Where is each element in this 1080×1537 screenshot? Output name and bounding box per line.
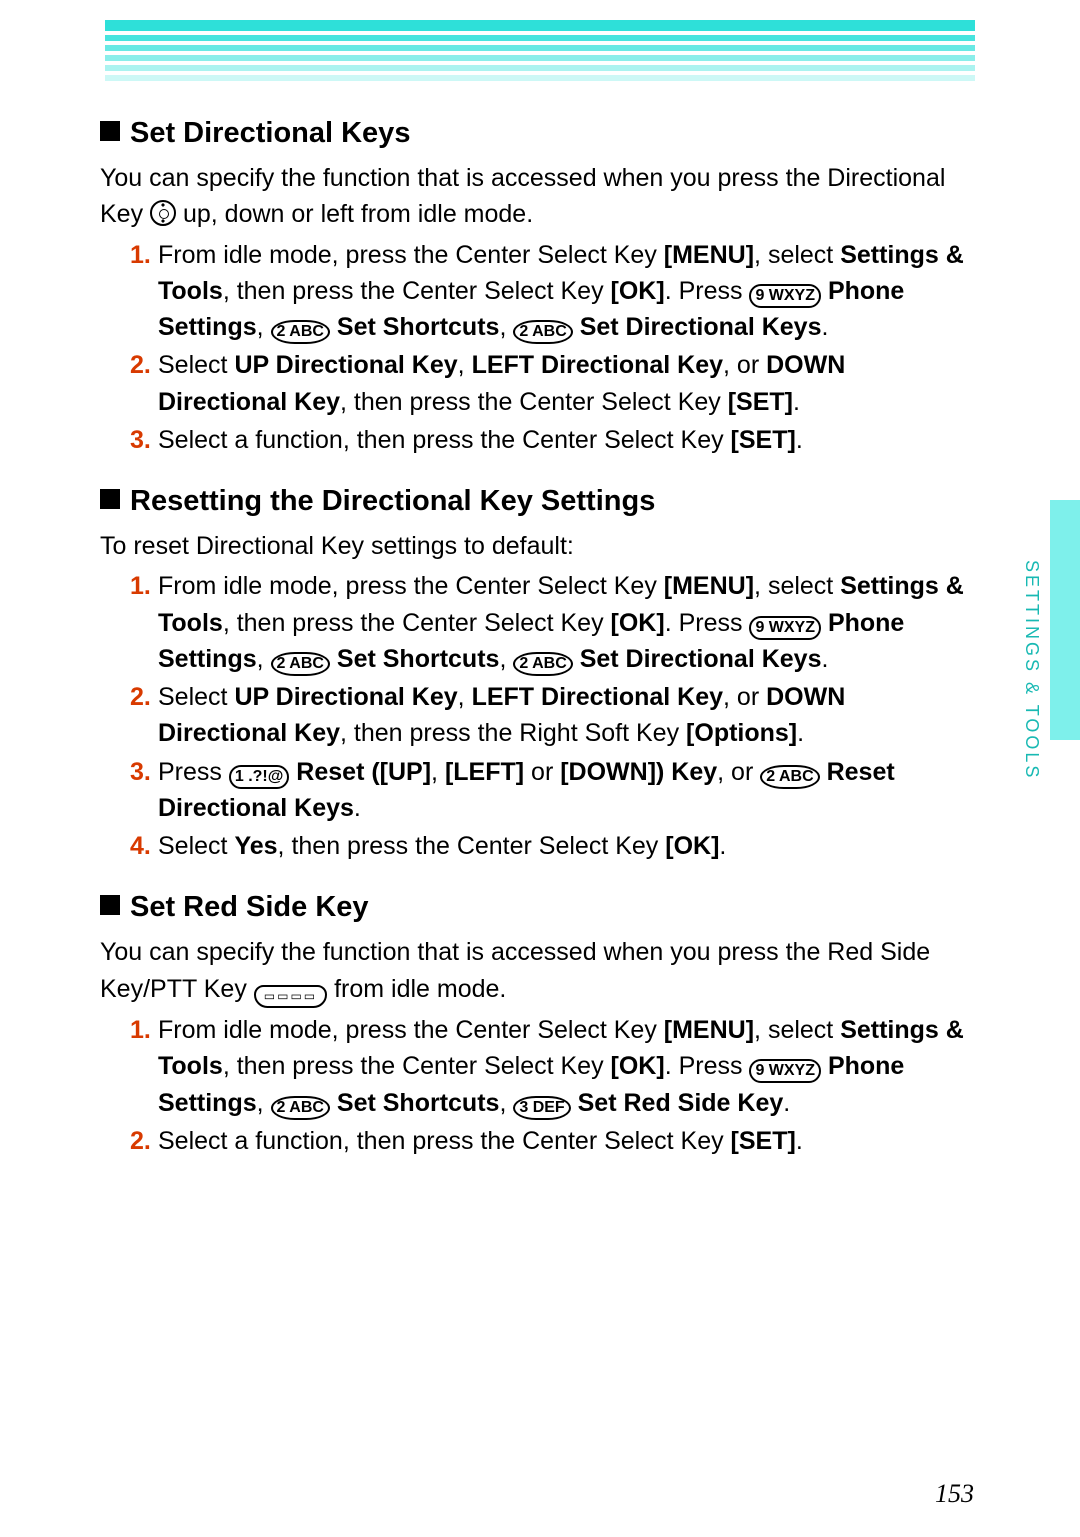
key-2-icon: 2 ABC — [271, 652, 330, 676]
page-content: Set Directional Keys You can specify the… — [100, 90, 975, 1161]
heading-reset-directional-keys: Resetting the Directional Key Settings — [100, 480, 975, 522]
steps-set-directional-keys: 1. From idle mode, press the Center Sele… — [100, 237, 975, 459]
key-2-icon: 2 ABC — [760, 765, 819, 789]
step-number: 2. — [130, 679, 151, 715]
step-number: 3. — [130, 422, 151, 458]
step-number: 2. — [130, 1123, 151, 1159]
key-9-icon: 9 WXYZ — [749, 1059, 821, 1083]
key-9-icon: 9 WXYZ — [749, 284, 821, 308]
step-item: 2. Select UP Directional Key, LEFT Direc… — [130, 679, 975, 752]
square-bullet-icon — [100, 895, 120, 915]
steps-set-red-side-key: 1. From idle mode, press the Center Sele… — [100, 1012, 975, 1159]
key-1-icon: 1 .?!@ — [229, 765, 290, 789]
header-stripes — [105, 20, 975, 85]
intro-set-red-side-key: You can specify the function that is acc… — [100, 934, 975, 1008]
intro-reset-directional-keys: To reset Directional Key settings to def… — [100, 528, 975, 564]
step-number: 2. — [130, 347, 151, 383]
section-tab-label: SETTINGS & TOOLS — [1021, 560, 1042, 780]
step-item: 1. From idle mode, press the Center Sele… — [130, 237, 975, 346]
heading-set-red-side-key: Set Red Side Key — [100, 886, 975, 928]
square-bullet-icon — [100, 121, 120, 141]
step-item: 2. Select UP Directional Key, LEFT Direc… — [130, 347, 975, 420]
key-2-icon: 2 ABC — [271, 1096, 330, 1120]
step-number: 3. — [130, 754, 151, 790]
step-item: 3. Select a function, then press the Cen… — [130, 422, 975, 458]
heading-text: Set Directional Keys — [130, 117, 410, 149]
page-number: 153 — [935, 1479, 974, 1509]
heading-text: Set Red Side Key — [130, 891, 369, 923]
step-item: 1. From idle mode, press the Center Sele… — [130, 568, 975, 677]
section-tab — [1050, 500, 1080, 740]
key-2-icon: 2 ABC — [513, 652, 572, 676]
step-number: 4. — [130, 828, 151, 864]
heading-text: Resetting the Directional Key Settings — [130, 485, 655, 517]
step-item: 2. Select a function, then press the Cen… — [130, 1123, 975, 1159]
step-item: 1. From idle mode, press the Center Sele… — [130, 1012, 975, 1121]
heading-set-directional-keys: Set Directional Keys — [100, 112, 975, 154]
square-bullet-icon — [100, 489, 120, 509]
step-number: 1. — [130, 237, 151, 273]
key-2-icon: 2 ABC — [271, 320, 330, 344]
key-3-icon: 3 DEF — [513, 1096, 570, 1120]
directional-key-icon — [150, 200, 176, 226]
steps-reset-directional-keys: 1. From idle mode, press the Center Sele… — [100, 568, 975, 864]
ptt-key-icon: ▭▭▭▭ — [254, 985, 327, 1008]
key-9-icon: 9 WXYZ — [749, 616, 821, 640]
step-item: 4. Select Yes, then press the Center Sel… — [130, 828, 975, 864]
step-number: 1. — [130, 1012, 151, 1048]
key-2-icon: 2 ABC — [513, 320, 572, 344]
intro-set-directional-keys: You can specify the function that is acc… — [100, 160, 975, 233]
manual-page: SETTINGS & TOOLS Set Directional Keys Yo… — [0, 0, 1080, 1537]
step-item: 3. Press 1 .?!@ Reset ([UP], [LEFT] or [… — [130, 754, 975, 827]
step-number: 1. — [130, 568, 151, 604]
